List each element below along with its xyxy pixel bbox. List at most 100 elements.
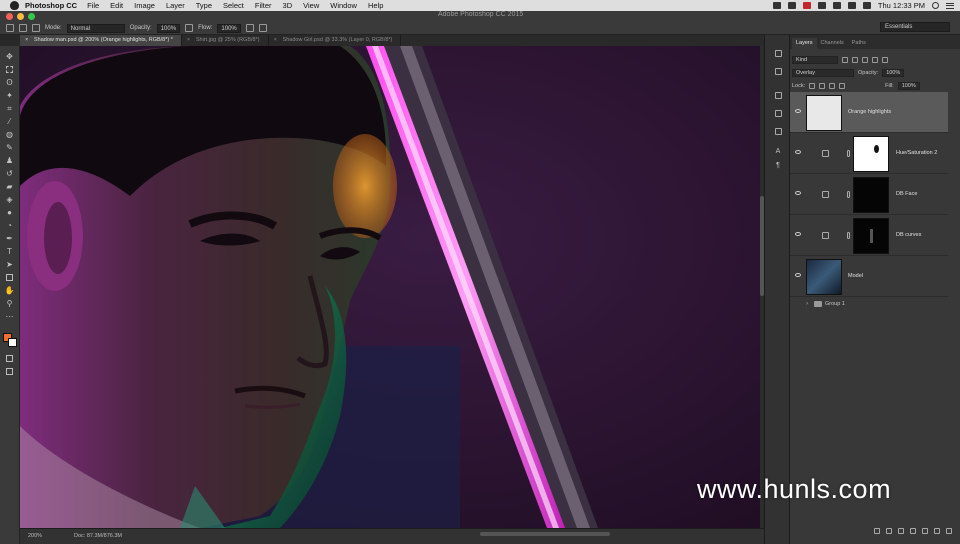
visibility-eye-icon[interactable] — [795, 232, 801, 236]
flow-field[interactable]: 100% — [217, 23, 241, 33]
document-size[interactable]: Doc: 87.3M/876.3M — [74, 533, 122, 539]
magic-wand-tool-icon[interactable]: ✦ — [5, 91, 14, 100]
layer-model[interactable]: Model — [790, 256, 948, 297]
blur-tool-icon[interactable]: ● — [5, 208, 14, 217]
background-color-swatch[interactable] — [8, 338, 17, 347]
opacity-field[interactable]: 100% — [156, 23, 181, 33]
history-brush-tool-icon[interactable]: ↺ — [5, 169, 14, 178]
menu-help[interactable]: Help — [368, 1, 383, 10]
filter-adjustment-icon[interactable] — [852, 57, 858, 63]
menu-image[interactable]: Image — [134, 1, 155, 10]
adobe-icon[interactable] — [802, 2, 811, 9]
battery-icon[interactable] — [862, 2, 871, 9]
fill-field[interactable]: 100% — [897, 82, 920, 90]
marquee-tool-icon[interactable] — [5, 65, 14, 74]
brush-preset-icon[interactable] — [6, 24, 14, 32]
close-window-button[interactable] — [6, 13, 13, 20]
crop-tool-icon[interactable]: ⌗ — [5, 104, 14, 113]
properties-panel-icon[interactable] — [774, 67, 782, 75]
tab-paths[interactable]: Paths — [848, 38, 870, 49]
tab-shadow-girl[interactable]: × Shadow Girl.psd @ 33.3% (Layer 0, RGB/8… — [269, 35, 402, 46]
apple-icon[interactable] — [10, 1, 19, 10]
zoom-window-button[interactable] — [28, 13, 35, 20]
volume-icon[interactable] — [847, 2, 856, 9]
filter-shape-icon[interactable] — [872, 57, 878, 63]
filter-smart-object-icon[interactable] — [882, 57, 888, 63]
close-tab-icon[interactable]: × — [187, 35, 190, 46]
character-panel-icon[interactable]: A — [774, 147, 782, 155]
menu-select[interactable]: Select — [223, 1, 244, 10]
layer-hue-saturation[interactable]: Hue/Saturation 2 — [790, 133, 948, 174]
paragraph-panel-icon[interactable]: ¶ — [774, 161, 782, 169]
new-group-icon[interactable] — [922, 528, 928, 534]
menu-filter[interactable]: Filter — [255, 1, 272, 10]
fx-icon[interactable] — [886, 528, 892, 534]
menu-view[interactable]: View — [303, 1, 319, 10]
menu-edit[interactable]: Edit — [110, 1, 123, 10]
new-adjustment-icon[interactable] — [910, 528, 916, 534]
pressure-size-icon[interactable] — [258, 24, 267, 32]
history-panel-icon[interactable] — [774, 49, 782, 57]
tab-shirt[interactable]: × Shirt.jpg @ 25% (RGB/8*) — [182, 35, 269, 46]
layer-mask-thumbnail[interactable] — [853, 218, 889, 254]
adjustments-panel-icon[interactable] — [774, 109, 782, 117]
app-menu[interactable]: Photoshop CC — [25, 1, 77, 10]
hand-tool-icon[interactable]: ✋ — [5, 286, 15, 295]
lasso-tool-icon[interactable]: ʘ — [5, 78, 14, 87]
brush-size-icon[interactable] — [19, 24, 27, 32]
spotlight-icon[interactable] — [932, 2, 939, 9]
eraser-tool-icon[interactable]: ▰ — [5, 182, 14, 191]
mask-link-icon[interactable] — [847, 191, 850, 198]
filter-type-icon[interactable] — [862, 57, 868, 63]
styles-panel-icon[interactable] — [774, 127, 782, 135]
healing-brush-tool-icon[interactable]: ◍ — [5, 130, 14, 139]
eyedropper-tool-icon[interactable]: ⁄ — [5, 117, 14, 126]
visibility-eye-icon[interactable] — [795, 191, 801, 195]
layer-mask-thumbnail[interactable] — [853, 136, 889, 172]
dropbox-icon[interactable] — [787, 2, 796, 9]
mask-link-icon[interactable] — [847, 232, 850, 239]
brush-panel-icon[interactable] — [32, 24, 40, 32]
minimize-window-button[interactable] — [17, 13, 24, 20]
menu-file[interactable]: File — [87, 1, 99, 10]
pressure-opacity-icon[interactable] — [185, 24, 194, 32]
layer-db-face[interactable]: DB Face — [790, 174, 948, 215]
mode-select[interactable]: Normal — [66, 23, 125, 33]
path-selection-tool-icon[interactable]: ➤ — [5, 260, 14, 269]
visibility-eye-icon[interactable] — [795, 150, 801, 154]
link-layers-icon[interactable] — [874, 528, 880, 534]
canvas-horizontal-scrollbar[interactable] — [480, 532, 610, 536]
layer-opacity-field[interactable]: 100% — [882, 69, 905, 77]
brush-tool-icon[interactable]: ✎ — [5, 143, 14, 152]
menu-type[interactable]: Type — [196, 1, 212, 10]
menu-layer[interactable]: Layer — [166, 1, 185, 10]
new-layer-icon[interactable] — [934, 528, 940, 534]
visibility-eye-icon[interactable] — [795, 109, 801, 113]
cloud-icon[interactable] — [772, 2, 781, 9]
clone-stamp-tool-icon[interactable]: ♟ — [5, 156, 14, 165]
layer-db-curves[interactable]: DB curves — [790, 215, 948, 256]
airbrush-icon[interactable] — [245, 24, 254, 32]
menu-window[interactable]: Window — [330, 1, 357, 10]
add-mask-icon[interactable] — [898, 528, 904, 534]
document-canvas[interactable] — [20, 46, 764, 528]
lock-all-icon[interactable] — [839, 83, 846, 89]
lock-position-icon[interactable] — [829, 83, 836, 89]
trash-icon[interactable] — [946, 528, 952, 534]
lock-transparent-icon[interactable] — [809, 83, 816, 89]
swatches-panel-icon[interactable] — [774, 91, 782, 99]
layer-group-1[interactable]: › Group 1 — [790, 298, 948, 311]
wifi-icon[interactable] — [832, 2, 841, 9]
blend-mode-select[interactable]: Overlay — [792, 69, 854, 77]
tab-layers[interactable]: Layers — [792, 38, 817, 49]
rectangle-tool-icon[interactable] — [5, 273, 14, 282]
clock[interactable]: Thu 12:33 PM — [878, 1, 925, 10]
more-tools-icon[interactable]: ⋯ — [5, 312, 14, 321]
zoom-tool-icon[interactable]: ⚲ — [5, 299, 14, 308]
close-tab-icon[interactable]: × — [274, 35, 277, 46]
paint-bucket-tool-icon[interactable]: ◈ — [5, 195, 14, 204]
layer-mask-thumbnail[interactable] — [853, 177, 889, 213]
pen-tool-icon[interactable]: ✒ — [5, 234, 14, 243]
tab-channels[interactable]: Channels — [817, 38, 848, 49]
mask-link-icon[interactable] — [847, 150, 850, 157]
